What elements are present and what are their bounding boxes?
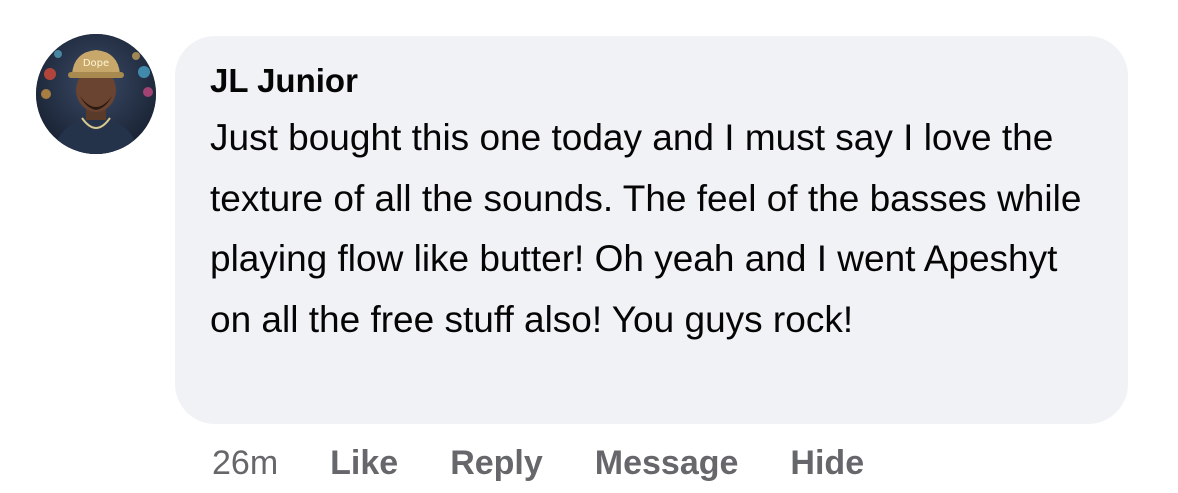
hide-button[interactable]: Hide: [790, 444, 864, 483]
profile-photo: Dope: [36, 34, 156, 154]
cap-logo-text: Dope: [83, 58, 109, 69]
message-button[interactable]: Message: [595, 444, 739, 483]
comment-bubble: JL Junior Just bought this one today and…: [175, 36, 1128, 424]
comment-author[interactable]: JL Junior: [210, 60, 1094, 104]
comment-actions: 26m Like Reply Message Hide: [212, 440, 864, 486]
avatar[interactable]: Dope: [36, 34, 156, 154]
reply-button[interactable]: Reply: [450, 444, 543, 483]
like-button[interactable]: Like: [330, 444, 398, 483]
comment-timestamp[interactable]: 26m: [212, 444, 278, 483]
comment: Dope JL Junior Just bought this one toda…: [0, 0, 1178, 493]
comment-text: Just bought this one today and I must sa…: [210, 117, 1082, 340]
